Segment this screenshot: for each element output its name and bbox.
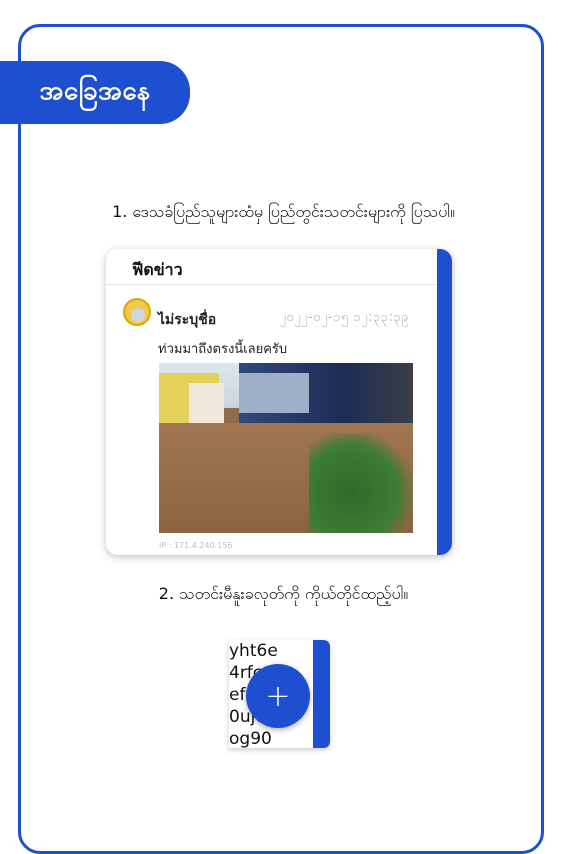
- feed-card: ฟีดข่าว ไม่ระบุชื่อ ၂၀၂၂-၀၂-၁၅ ၁၂:၃၃:၃၉ …: [106, 249, 452, 555]
- step-one-instruction: 1. ဒေသခံပြည်သူများထံမှ ပြည်တွင်းသတင်းမျာ…: [112, 202, 455, 221]
- menu-card-accent: [313, 640, 330, 748]
- feed-divider: [106, 284, 437, 285]
- step-two-instruction: 2. သတင်းမီနူးခလုတ်ကို ကိုယ်တိုင်ထည့်ပါ။: [158, 584, 409, 603]
- photo-building-2: [189, 383, 224, 428]
- status-title: အခြေအနေ: [39, 76, 151, 106]
- add-news-button[interactable]: +: [246, 664, 310, 728]
- feed-card-accent: [437, 249, 452, 555]
- menu-line-5: og90: [229, 729, 272, 748]
- photo-billboard-panel: [239, 373, 309, 413]
- post-timestamp: ၂၀၂၂-၀၂-၁၅ ၁၂:၃၃:၃၉: [279, 310, 409, 325]
- menu-card: yht6e 4rfc ef 0ujon og90 +: [229, 640, 330, 748]
- menu-line-1: yht6e: [229, 641, 278, 661]
- feed-card-body: ฟีดข่าว ไม่ระบุชื่อ ၂၀၂၂-၀၂-၁၅ ၁၂:၃၃:၃၉ …: [106, 249, 437, 555]
- plus-icon: +: [265, 678, 291, 714]
- post-photo[interactable]: [159, 363, 413, 533]
- post-ip: IP : 171.4.240.156: [159, 541, 233, 550]
- post-text: ท่วมมาถึงตรงนี้เลยครับ: [158, 342, 288, 357]
- avatar-icon: [123, 298, 151, 326]
- post-author: ไม่ระบุชื่อ: [158, 312, 217, 328]
- photo-trees: [309, 433, 413, 533]
- status-title-tab: အခြေအနေ: [0, 61, 190, 124]
- feed-header: ฟีดข่าว: [132, 260, 183, 279]
